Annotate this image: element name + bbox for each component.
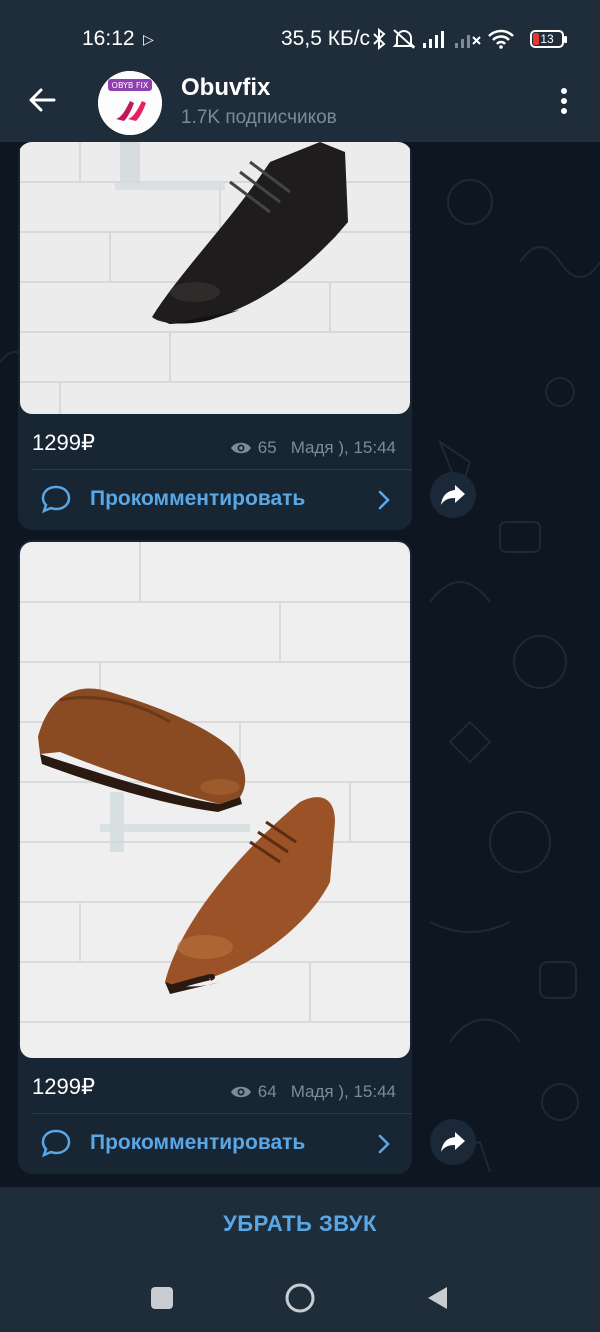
more-vertical-icon[interactable] — [553, 86, 575, 116]
post-photo[interactable] — [20, 542, 410, 1058]
post-price: 1299₽ — [32, 1074, 95, 1099]
views-eye-icon — [230, 442, 251, 454]
wifi-icon — [488, 29, 514, 49]
share-button[interactable] — [430, 472, 476, 518]
chevron-right-icon — [378, 490, 390, 510]
status-icons — [372, 26, 514, 52]
home-icon[interactable] — [284, 1282, 316, 1314]
share-button[interactable] — [430, 1119, 476, 1165]
status-time: 16:12 — [82, 27, 135, 50]
back-triangle-icon[interactable] — [425, 1285, 449, 1311]
avatar-text: OBYB FIX — [112, 81, 149, 90]
channel-post: 1299₽ 65 Мадя ), 15:44 Прокомментировать — [18, 142, 412, 530]
channel-post: 1299₽ 64 Мадя ), 15:44 Прокомментировать — [18, 540, 412, 1174]
view-count: 64 — [257, 1082, 277, 1101]
post-author-time: Мадя ), 15:44 — [290, 1082, 396, 1101]
share-arrow-icon — [441, 485, 465, 505]
comment-label: Прокомментировать — [90, 1131, 306, 1154]
mute-icon — [392, 29, 416, 49]
views-eye-icon — [230, 1086, 251, 1098]
battery-level: 13 — [540, 32, 554, 46]
post-author-time: Мадя ), 15:44 — [290, 438, 396, 457]
comment-bubble-icon — [41, 485, 71, 514]
signal-icon — [423, 31, 444, 48]
back-arrow-icon[interactable] — [26, 84, 58, 116]
comment-label: Прокомментировать — [90, 487, 306, 510]
black-shoe-image — [20, 142, 410, 414]
post-price: 1299₽ — [32, 430, 95, 455]
post-meta: 65 Мадя ), 15:44 — [230, 438, 396, 458]
post-meta: 64 Мадя ), 15:44 — [230, 1082, 396, 1102]
channel-avatar[interactable]: OBYB FIX — [98, 71, 162, 135]
comment-button[interactable]: Прокомментировать — [18, 470, 412, 530]
mute-label: УБРАТЬ ЗВУК — [223, 1211, 377, 1236]
subscriber-count: 1.7K подписчиков — [181, 107, 337, 128]
channel-title[interactable]: Obuvfix — [181, 74, 270, 102]
recent-apps-icon[interactable] — [151, 1287, 173, 1309]
signal-no-service-icon — [455, 35, 481, 48]
comment-button[interactable]: Прокомментировать — [18, 1114, 412, 1174]
share-arrow-icon — [441, 1132, 465, 1152]
channel-logo: OBYB FIX — [98, 71, 162, 135]
post-photo[interactable] — [20, 142, 410, 414]
system-nav-bar — [0, 1261, 600, 1332]
play-icon: ▷ — [143, 31, 154, 47]
battery-icon: 13 — [530, 30, 567, 48]
brown-shoes-image — [20, 542, 410, 1058]
view-count: 65 — [257, 438, 277, 457]
mute-button[interactable]: УБРАТЬ ЗВУК — [0, 1187, 600, 1261]
chevron-right-icon — [378, 1134, 390, 1154]
chat-header: OBYB FIX Obuvfix 1.7K подписчиков — [0, 56, 600, 142]
bluetooth-icon — [373, 28, 386, 50]
comment-bubble-icon — [41, 1129, 71, 1158]
network-speed: 35,5 КБ/с — [281, 27, 371, 50]
